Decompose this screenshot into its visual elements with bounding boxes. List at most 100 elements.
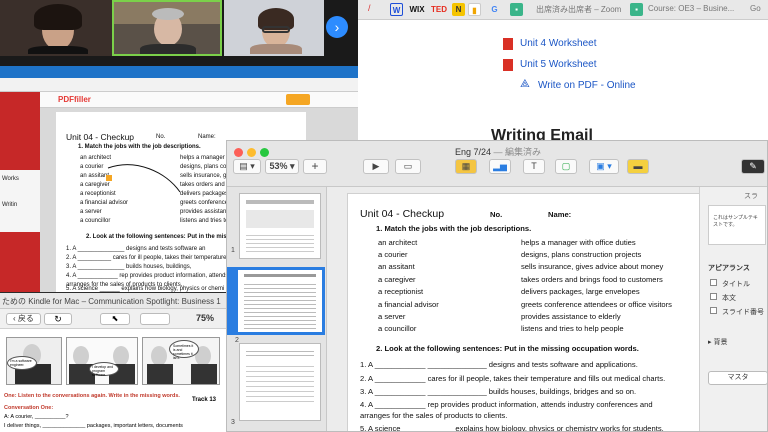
editor-desc: delivers packages, <box>180 191 230 197</box>
pdf-file-icon <box>503 59 513 71</box>
refresh-icon[interactable]: ↻ <box>44 313 72 325</box>
close-window-button[interactable] <box>234 148 243 157</box>
media-icon[interactable]: ▣ ▾ <box>589 159 619 174</box>
tab-favicon-ribbon[interactable]: ▮ <box>468 3 481 16</box>
slide-number: 1 <box>231 247 235 254</box>
title-checkbox[interactable] <box>710 279 717 286</box>
browser-tab-bar: / W WIX TED N ▮ G ▪ 出席済み出席者 – Zoom ▪ Cou… <box>358 0 768 20</box>
editor-sentence: 3. A ______________ builds houses, build… <box>66 264 192 270</box>
tab-favicon-wix[interactable]: WIX <box>408 3 426 16</box>
editor-title-bar <box>0 66 358 78</box>
tab-favicon-w[interactable]: W <box>390 3 403 16</box>
sentence-item: 2. A ____________ cares for ill people, … <box>360 374 666 383</box>
tab-favicon-g[interactable]: G <box>488 3 501 16</box>
kindle-zoom-level[interactable]: 75% <box>196 313 214 323</box>
task1-heading: 1. Match the jobs with the job descripti… <box>376 224 532 233</box>
kindle-title-bar: ための Kindle for Mac – Communication Spotl… <box>0 293 226 309</box>
editor-desc: designs, plans cons <box>180 164 233 170</box>
drawn-match-line <box>107 164 181 193</box>
video-tile-2[interactable] <box>112 0 222 56</box>
blank-tool-button[interactable] <box>140 313 170 325</box>
tab-favicon-n[interactable]: N <box>452 3 465 16</box>
video-tile-1[interactable] <box>0 0 112 56</box>
master-button[interactable]: マスタ <box>708 371 767 385</box>
track-label: Track 13 <box>192 397 217 403</box>
main-slide-canvas[interactable]: Unit 04 - Checkup No. Name: 1. Match the… <box>347 193 727 431</box>
add-slide-button[interactable]: + <box>303 159 327 174</box>
job-description: greets conference attendees or office vi… <box>521 300 672 309</box>
unit4-worksheet-link[interactable]: Unit 4 Worksheet <box>520 38 597 49</box>
tab-course[interactable]: Course: OE3 – Busine... <box>648 4 734 13</box>
editor-address-bar[interactable] <box>0 78 358 92</box>
layout-preview[interactable]: これはサンプルテキストです。 <box>708 205 766 245</box>
chart-icon[interactable]: ▂▅ <box>489 159 511 174</box>
play-button[interactable]: ▶ <box>363 159 389 174</box>
unit5-worksheet-link[interactable]: Unit 5 Worksheet <box>520 59 597 70</box>
job-description: designs, plans construction projects <box>521 250 642 259</box>
editor-sentence: 2. A __________ cares for ill people, ta… <box>66 255 239 261</box>
editor-sentence: 4. A ____________ rep provides product i… <box>66 273 242 279</box>
master-label: マスタ <box>727 374 749 381</box>
editor-sentence: 5. A science ______ explains how biology… <box>66 286 225 292</box>
tab-go[interactable]: Go <box>750 4 761 13</box>
job-item: a server <box>378 312 406 321</box>
sentence-item: arranges for the sales of products to cl… <box>360 411 508 420</box>
body-checkbox[interactable] <box>710 293 717 300</box>
table-icon[interactable]: ▦ <box>455 159 477 174</box>
text-icon[interactable]: T <box>523 159 545 174</box>
write-on-pdf-link[interactable]: Write on PDF - Online <box>538 80 636 91</box>
annotation-marker[interactable] <box>106 175 112 181</box>
tab-favicon-sheet[interactable]: ▪ <box>510 3 523 16</box>
kindle-back-button[interactable]: ‹ 戻る <box>6 313 41 325</box>
desktop-file-labels: Works Writin <box>0 170 40 232</box>
background-disclosure[interactable]: ▸ 背景 <box>708 337 727 347</box>
editor-name-label: Name: <box>198 134 216 140</box>
slide-thumbnails: 1 2 3 <box>227 187 327 431</box>
editor-task1: 1. Match the jobs with the job descripti… <box>78 144 201 150</box>
next-video-page-button[interactable]: › <box>326 16 348 38</box>
editor-task2: 2. Look at the following sentences: Put … <box>86 234 240 240</box>
speech-bubble: I develop and program software. <box>89 362 119 377</box>
format-sidebar: スラ これはサンプルテキストです。 アピアランス タイトル 本文 スライド番号 … <box>699 187 767 431</box>
slide-number-checkbox[interactable] <box>710 307 717 314</box>
slide-thumbnail-1[interactable] <box>239 193 321 259</box>
job-item: a councillor <box>378 324 417 333</box>
doc-title: Eng 7/24 <box>455 147 492 157</box>
minimize-window-button[interactable] <box>247 148 256 157</box>
comic-panel-3: Sometimes it is and sometimes it isn't. <box>142 337 220 385</box>
job-item: a courier <box>378 250 408 259</box>
bookmark-icon[interactable]: / <box>368 3 371 13</box>
editor-job: an assitant <box>80 173 110 179</box>
video-tile-3[interactable] <box>224 0 324 56</box>
tab-favicon-course[interactable]: ▪ <box>630 3 643 16</box>
kindle-toolbar: ‹ 戻る ↻ ⬉ 75% <box>0 309 226 329</box>
editor-job: a courier <box>80 164 104 170</box>
done-button[interactable] <box>286 94 310 105</box>
zoom-window-button[interactable] <box>260 148 269 157</box>
zoom-select[interactable]: 53% ▾ <box>265 159 299 174</box>
sidebar-tab-slide[interactable]: スラ <box>744 191 758 201</box>
slide-thumbnail-2-selected[interactable] <box>235 267 325 335</box>
zoom-video-strip: › <box>0 0 358 66</box>
view-menu-button[interactable]: ▤ ▾ <box>233 159 261 174</box>
format-brush-icon[interactable]: ✎ <box>741 159 765 174</box>
slide-thumbnail-3[interactable] <box>239 343 321 421</box>
editor-desc: provides assistance <box>180 209 233 215</box>
comic-panel-1: I'm a software engineer. <box>6 337 62 385</box>
job-item: a receptionist <box>378 287 424 296</box>
cursor-tool-icon[interactable]: ⬉ <box>100 313 130 325</box>
job-description: takes orders and brings food to customer… <box>521 275 663 284</box>
preview-toolbar: Eng 7/24 — 編集済み ▤ ▾ 53% ▾ + ▶ ▭ ▦ ▂▅ T ▢… <box>227 141 767 187</box>
preview-window: Eng 7/24 — 編集済み ▤ ▾ 53% ▾ + ▶ ▭ ▦ ▂▅ T ▢… <box>226 140 768 432</box>
tab-zoom[interactable]: 出席済み出席者 – Zoom <box>536 4 621 15</box>
comment-icon[interactable]: ▬ <box>627 159 649 174</box>
job-description: listens and tries to help people <box>521 324 624 333</box>
sentence-item: 4. A ____________ rep provides product i… <box>360 400 653 409</box>
conversation-label: Conversation One: <box>4 405 54 411</box>
screen-icon[interactable]: ▭ <box>395 159 421 174</box>
speech-bubble: Sometimes it is and sometimes it isn't. <box>169 340 199 360</box>
tab-favicon-ted[interactable]: TED <box>430 3 448 16</box>
kindle-window: ための Kindle for Mac – Communication Spotl… <box>0 293 226 432</box>
window-title: Eng 7/24 — 編集済み <box>455 145 541 158</box>
shape-icon[interactable]: ▢ <box>555 159 577 174</box>
